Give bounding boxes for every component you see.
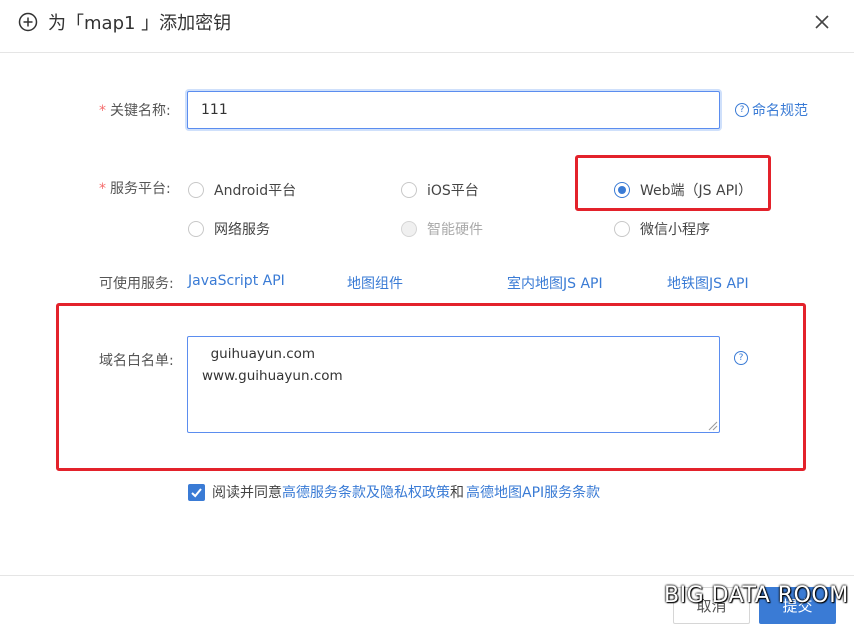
agreement-row: 阅读并同意 高德服务条款及隐私权政策 和 高德地图API服务条款 bbox=[188, 482, 600, 502]
naming-rules-text: 命名规范 bbox=[752, 103, 808, 119]
service-link-subway-map[interactable]: 地铁图JS API bbox=[667, 273, 749, 293]
platform-label-text: 服务平台: bbox=[110, 181, 171, 197]
radio-android[interactable]: Android平台 bbox=[188, 180, 296, 200]
radio-circle bbox=[614, 221, 630, 237]
service-link-map-component[interactable]: 地图组件 bbox=[347, 273, 403, 293]
api-terms-link[interactable]: 高德地图API服务条款 bbox=[466, 482, 600, 502]
agree-prefix: 阅读并同意 bbox=[212, 485, 282, 501]
whitelist-label: 域名白名单: bbox=[99, 353, 174, 369]
highlight-box-web bbox=[575, 155, 771, 211]
agree-mid: 和 bbox=[450, 485, 464, 501]
service-link-javascript-api[interactable]: JavaScript API bbox=[188, 273, 285, 289]
radio-label: 网络服务 bbox=[214, 222, 270, 238]
key-name-label-text: 关键名称: bbox=[110, 103, 171, 119]
radio-circle bbox=[401, 182, 417, 198]
naming-rules-link[interactable]: ? 命名规范 bbox=[735, 100, 808, 120]
submit-button[interactable]: 提交 bbox=[759, 587, 836, 624]
dialog-header: 为「map1 」添加密钥 bbox=[0, 0, 854, 53]
required-mark: * bbox=[99, 103, 106, 119]
question-icon: ? bbox=[735, 103, 749, 117]
radio-ios[interactable]: iOS平台 bbox=[401, 180, 479, 200]
circle-plus-icon bbox=[18, 12, 38, 32]
radio-circle bbox=[188, 221, 204, 237]
resize-grip-icon[interactable] bbox=[708, 421, 718, 431]
radio-label: 微信小程序 bbox=[640, 222, 710, 238]
radio-label: iOS平台 bbox=[427, 183, 479, 199]
terms-privacy-link[interactable]: 高德服务条款及隐私权政策 bbox=[282, 482, 450, 502]
service-link-indoor-map[interactable]: 室内地图JS API bbox=[507, 273, 603, 293]
radio-label: Android平台 bbox=[214, 183, 297, 199]
key-name-input[interactable] bbox=[187, 91, 720, 129]
check-icon bbox=[191, 487, 202, 497]
radio-circle bbox=[188, 182, 204, 198]
available-services-label: 可使用服务: bbox=[99, 276, 174, 292]
radio-smart-hardware: 智能硬件 bbox=[401, 219, 483, 239]
whitelist-help-icon[interactable]: ? bbox=[734, 351, 748, 365]
platform-label: * 服务平台: bbox=[99, 178, 171, 198]
close-icon[interactable] bbox=[813, 13, 831, 31]
key-name-label: * 关键名称: bbox=[99, 100, 171, 120]
cancel-button[interactable]: 取消 bbox=[673, 587, 750, 624]
radio-label: 智能硬件 bbox=[427, 222, 483, 238]
radio-web-service[interactable]: 网络服务 bbox=[188, 219, 270, 239]
agree-checkbox[interactable] bbox=[188, 483, 205, 501]
whitelist-textarea[interactable]: guihuayun.com www.guihuayun.com bbox=[187, 336, 720, 433]
dialog-title: 为「map1 」添加密钥 bbox=[48, 13, 232, 34]
required-mark: * bbox=[99, 181, 106, 197]
radio-wechat-miniprogram[interactable]: 微信小程序 bbox=[614, 219, 710, 239]
radio-circle-disabled bbox=[401, 221, 417, 237]
